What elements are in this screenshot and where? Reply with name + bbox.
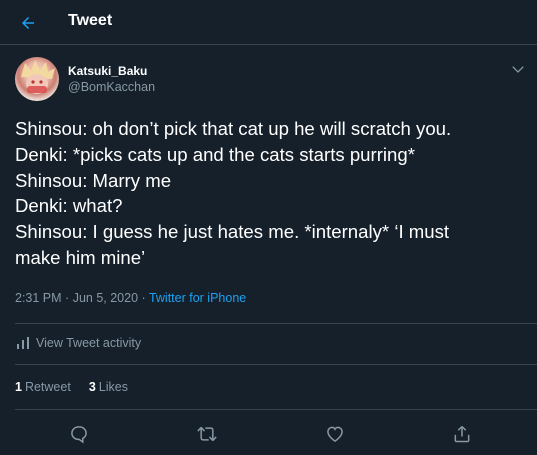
retweet-button[interactable]	[195, 422, 219, 446]
arrow-left-icon	[22, 17, 34, 29]
retweet-icon	[197, 426, 217, 442]
share-icon	[454, 425, 470, 443]
reply-button[interactable]	[67, 422, 91, 446]
back-button[interactable]	[12, 7, 44, 39]
like-button[interactable]	[323, 422, 347, 446]
user-handle[interactable]: @BomKacchan	[68, 80, 155, 94]
tweet-date[interactable]: Jun 5, 2020	[73, 291, 138, 305]
meta-separator: ·	[141, 291, 146, 305]
retweet-count: 1	[15, 380, 22, 394]
like-count: 3	[88, 380, 96, 394]
like-label: Likes	[98, 380, 128, 394]
more-options-button[interactable]	[509, 60, 527, 78]
retweets-stat[interactable]: 1 Retweet	[15, 380, 71, 394]
tweet-meta: 2:31 PM · Jun 5, 2020 · Twitter for iPho…	[15, 291, 246, 305]
engagement-stats: 1 Retweet 3 Likes	[15, 380, 128, 394]
action-bar	[0, 416, 537, 455]
avatar[interactable]	[15, 57, 59, 101]
tweet-detail-view: Tweet Katsuki_Baku @BomKacchan Shinsou: …	[0, 0, 537, 455]
tweet-time[interactable]: 2:31 PM	[15, 291, 62, 305]
meta-separator: ·	[65, 291, 70, 305]
view-activity-link[interactable]: View Tweet activity	[17, 336, 141, 350]
tweet-source[interactable]: Twitter for iPhone	[149, 291, 246, 305]
divider	[15, 364, 537, 365]
likes-stat[interactable]: 3 Likes	[89, 380, 128, 394]
top-bar: Tweet	[0, 0, 537, 45]
reply-icon	[71, 426, 87, 444]
tweet-text: Shinsou: oh don’t pick that cat up he wi…	[15, 118, 452, 268]
heart-icon	[327, 426, 343, 442]
share-button[interactable]	[450, 422, 474, 446]
display-name[interactable]: Katsuki_Baku	[68, 64, 147, 78]
page-title: Tweet	[68, 12, 113, 29]
divider	[15, 323, 537, 324]
chevron-down-icon	[512, 66, 524, 73]
divider	[15, 409, 537, 410]
activity-label: View Tweet activity	[36, 336, 142, 350]
avatar-image	[21, 60, 55, 94]
bar-chart-icon	[17, 337, 29, 349]
retweet-label: Retweet	[24, 380, 71, 394]
